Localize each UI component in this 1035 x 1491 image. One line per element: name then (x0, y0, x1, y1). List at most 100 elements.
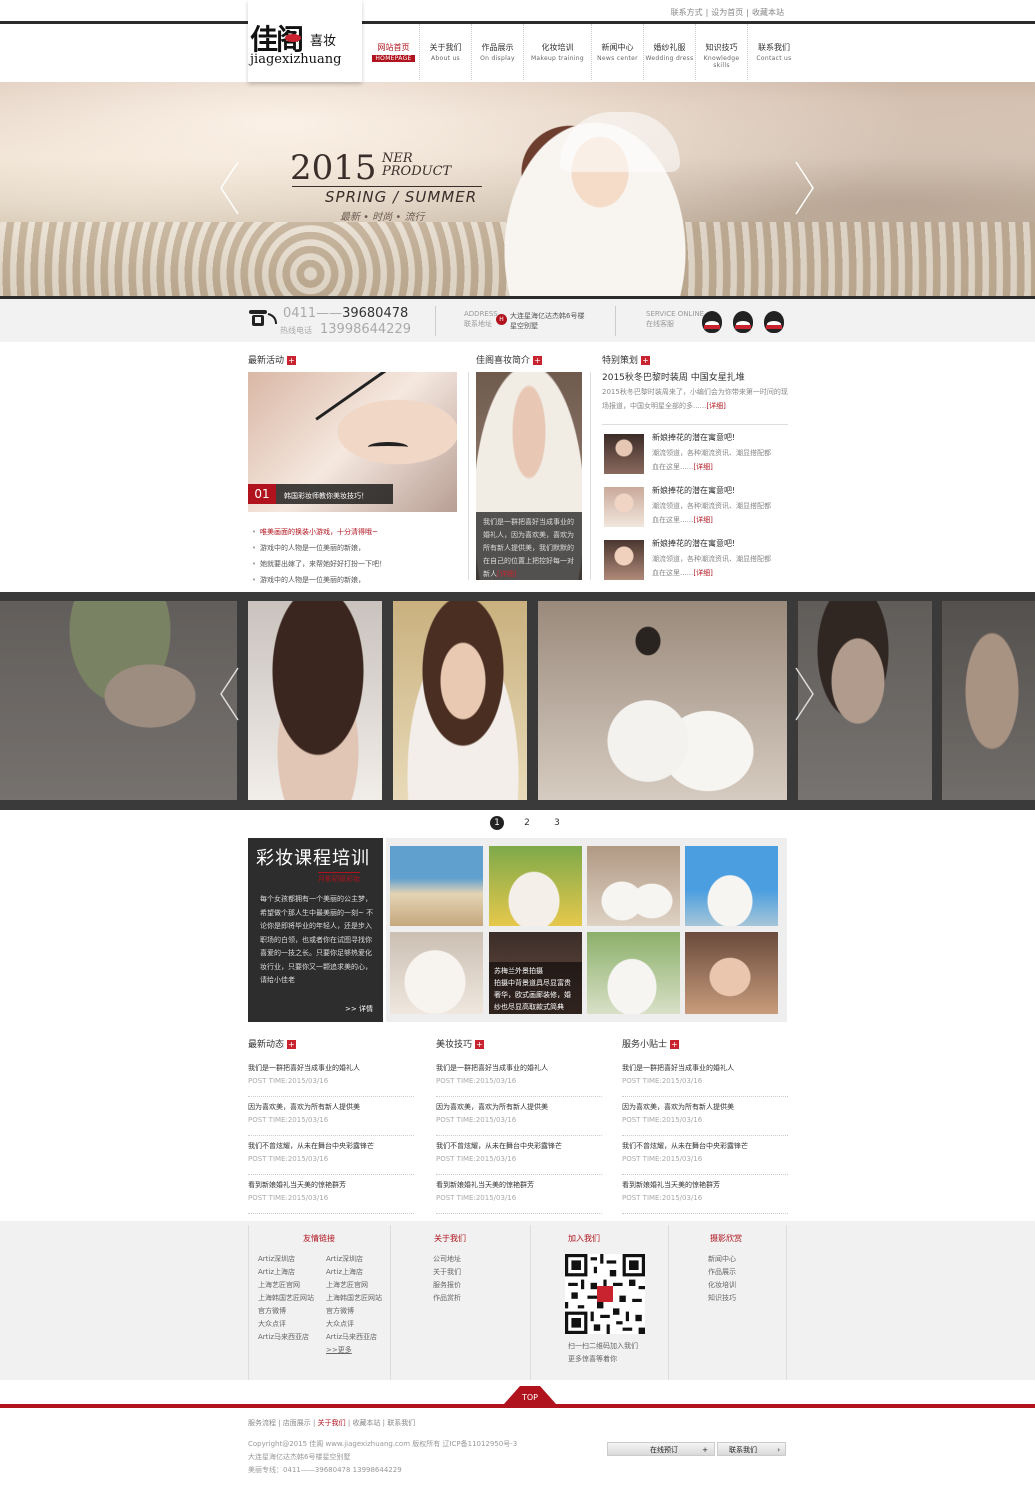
special-more-link[interactable]: [详细] (706, 402, 725, 410)
nav-training[interactable]: 化妆培训 Makeup training (524, 24, 592, 80)
grid-photo[interactable] (587, 932, 680, 1014)
nav-about[interactable]: 关于我们 About us (420, 24, 472, 80)
friend-link[interactable]: 大众点评 (258, 1318, 314, 1331)
contact-us-button[interactable]: 联系我们 › (717, 1442, 786, 1456)
grid-photo[interactable] (685, 846, 778, 926)
bottom-link[interactable]: 收藏本站 (352, 1419, 380, 1427)
nav-contact[interactable]: 联系我们 Contact us (748, 24, 800, 80)
list-row[interactable]: 因为喜欢美，喜欢为所有新人提供美 POST TIME:2015/03/16 (248, 1097, 414, 1136)
list-item[interactable]: 游戏中的人物是一位美丽的新娘， (252, 540, 386, 556)
about-link[interactable]: 公司地址 (433, 1253, 461, 1266)
plus-icon[interactable]: + (287, 356, 297, 365)
qq-icon[interactable] (733, 311, 753, 333)
nav-dress[interactable]: 婚纱礼服 Wedding dress (644, 24, 696, 80)
more-link[interactable]: [详细] (693, 516, 712, 524)
bottom-link[interactable]: 关于我们 (318, 1419, 346, 1427)
plus-icon[interactable]: + (670, 1040, 680, 1049)
more-link[interactable]: [详细] (693, 569, 712, 577)
friend-link[interactable]: Artiz上海店 (258, 1266, 314, 1279)
grid-photo[interactable] (587, 846, 680, 926)
bottom-link[interactable]: 服务流程 (248, 1419, 276, 1427)
grid-caption[interactable]: 苏梅兰外景拍摄 拍摄中背景道具尽显富贵奢华，欧式画廊装修，婚纱也尽显高取款式简典 (489, 962, 582, 1014)
friend-link[interactable]: 上海艺匠官网 (326, 1279, 382, 1292)
course-more-link[interactable]: >> 详情 (345, 1004, 373, 1014)
back-to-top-button[interactable]: TOP (504, 1384, 556, 1404)
bottom-link[interactable]: 店面展示 (283, 1419, 311, 1427)
gallery-prev-arrow-icon[interactable] (218, 666, 240, 722)
latest-caption[interactable]: 01 韩国彩妆师教你美妆技巧！ (248, 484, 393, 504)
special-item[interactable]: 新娘捧花的潜在寓意吧! 潮流领道，各种潮流资讯、潮显搭配都 血在这里......[… (602, 485, 788, 535)
nav-news[interactable]: 新闻中心 News center (592, 24, 644, 80)
friend-link[interactable]: 官方微博 (326, 1305, 382, 1318)
friend-link[interactable]: 上海韩国艺匠网站 (326, 1292, 382, 1305)
grid-photo[interactable] (685, 932, 778, 1014)
list-item[interactable]: 唯美画面的换装小游戏，十分清得哦~ (252, 524, 386, 540)
friend-link[interactable]: 上海韩国艺匠网站 (258, 1292, 314, 1305)
plus-icon[interactable]: + (641, 356, 651, 365)
list-row[interactable]: 我们是一群把喜好当成事业的婚礼人 POST TIME:2015/03/16 (248, 1058, 414, 1097)
gallery-next-arrow-icon[interactable] (794, 666, 816, 722)
list-row[interactable]: 看到新娘婚礼当天美的惊艳群芳 POST TIME:2015/03/16 (248, 1175, 414, 1214)
list-item[interactable]: 她就要出嫁了，来帮她好好打扮一下吧！ (252, 556, 386, 572)
photo-link[interactable]: 知识技巧 (708, 1292, 736, 1305)
about-link[interactable]: 关于我们 (433, 1266, 461, 1279)
grid-photo[interactable] (489, 846, 582, 926)
about-link[interactable]: 服务报价 (433, 1279, 461, 1292)
about-link[interactable]: 作品赏析 (433, 1292, 461, 1305)
gallery-photo[interactable] (248, 601, 382, 800)
friend-link[interactable]: Artiz深圳店 (326, 1253, 382, 1266)
more-link[interactable]: >>更多 (326, 1344, 382, 1357)
special-item[interactable]: 新娘捧花的潜在寓意吧! 潮流领道，各种潮流资讯、潮显搭配都 血在这里......[… (602, 538, 788, 588)
top-link-bookmark[interactable]: 收藏本站 (752, 8, 784, 17)
list-row[interactable]: 我们是一群把喜好当成事业的婚礼人 POST TIME:2015/03/16 (622, 1058, 788, 1097)
friend-link[interactable]: 官方微博 (258, 1305, 314, 1318)
gallery-photo[interactable] (0, 601, 237, 800)
pager-page[interactable]: 1 (490, 816, 504, 830)
list-row[interactable]: 我们不曾炫耀，从未在舞台中央彩露锋芒 POST TIME:2015/03/16 (248, 1136, 414, 1175)
list-row[interactable]: 我们不曾炫耀，从未在舞台中央彩露锋芒 POST TIME:2015/03/16 (622, 1136, 788, 1175)
intro-more-link[interactable]: [详细] (497, 570, 516, 578)
photo-link[interactable]: 作品展示 (708, 1266, 736, 1279)
gallery-photo[interactable] (538, 601, 787, 800)
top-link-homepage[interactable]: 设为首页 (711, 8, 743, 17)
top-link-contact[interactable]: 联系方式 (671, 8, 703, 17)
qq-icon[interactable] (702, 311, 722, 333)
bottom-link[interactable]: 联系我们 (387, 1419, 415, 1427)
pager-page[interactable]: 3 (550, 816, 564, 830)
friend-link[interactable]: 上海艺匠官网 (258, 1279, 314, 1292)
friend-link[interactable]: Artiz马来西亚店 (326, 1331, 382, 1344)
online-booking-button[interactable]: 在线预订 + (607, 1442, 715, 1456)
nav-display[interactable]: 作品展示 On display (472, 24, 524, 80)
special-headline[interactable]: 2015秋冬巴黎时装周 中国女星扎堆 (602, 370, 745, 383)
list-row[interactable]: 因为喜欢美，喜欢为所有新人提供美 POST TIME:2015/03/16 (622, 1097, 788, 1136)
plus-icon[interactable]: + (533, 356, 543, 365)
hero-next-arrow-icon[interactable] (794, 160, 816, 216)
gallery-photo[interactable] (942, 601, 1035, 800)
list-row[interactable]: 因为喜欢美，喜欢为所有新人提供美 POST TIME:2015/03/16 (436, 1097, 602, 1136)
qq-icon[interactable] (764, 311, 784, 333)
gallery-photo[interactable] (393, 601, 527, 800)
photo-link[interactable]: 化妆培训 (708, 1279, 736, 1292)
more-link[interactable]: [详细] (693, 463, 712, 471)
friend-link[interactable]: Artiz马来西亚店 (258, 1331, 314, 1344)
friend-link[interactable]: Artiz深圳店 (258, 1253, 314, 1266)
list-item[interactable]: 游戏中的人物是一位美丽的新娘， (252, 572, 386, 588)
site-logo[interactable]: 佳阁 喜妆 jiagexizhuang (248, 0, 362, 82)
pager-page[interactable]: 2 (520, 816, 534, 830)
special-item[interactable]: 新娘捧花的潜在寓意吧! 潮流领道，各种潮流资讯、潮显搭配都 血在这里......[… (602, 432, 788, 482)
plus-icon[interactable]: + (475, 1040, 485, 1049)
list-row[interactable]: 看到新娘婚礼当天美的惊艳群芳 POST TIME:2015/03/16 (436, 1175, 602, 1214)
list-row[interactable]: 我们不曾炫耀，从未在舞台中央彩露锋芒 POST TIME:2015/03/16 (436, 1136, 602, 1175)
nav-home[interactable]: 网站首页 HOMEPAGE (368, 24, 420, 80)
nav-skills[interactable]: 知识技巧 Knowledge skills (696, 24, 748, 80)
grid-photo[interactable] (390, 846, 483, 926)
hero-prev-arrow-icon[interactable] (218, 160, 240, 216)
grid-photo[interactable] (390, 932, 483, 1014)
plus-icon[interactable]: + (287, 1040, 297, 1049)
list-row[interactable]: 看到新娘婚礼当天美的惊艳群芳 POST TIME:2015/03/16 (622, 1175, 788, 1214)
photo-link[interactable]: 新闻中心 (708, 1253, 736, 1266)
gallery-photo[interactable] (798, 601, 932, 800)
friend-link[interactable]: Artiz上海店 (326, 1266, 382, 1279)
friend-link[interactable]: 大众点评 (326, 1318, 382, 1331)
list-row[interactable]: 我们是一群把喜好当成事业的婚礼人 POST TIME:2015/03/16 (436, 1058, 602, 1097)
